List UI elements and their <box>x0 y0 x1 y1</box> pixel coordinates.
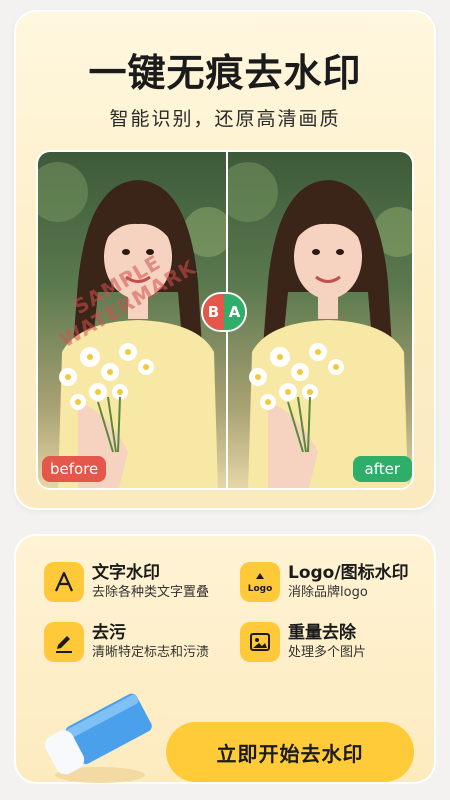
feature-text-watermark[interactable]: 文字水印 去除各种类文字置叠 <box>44 562 209 602</box>
feature-name: 去污 <box>92 623 126 643</box>
page-title: 一键无痕去水印 <box>88 51 362 95</box>
letter-a-icon <box>44 562 84 602</box>
feature-desc: 处理多个图片 <box>288 645 367 660</box>
feature-desc: 去除各种类文字置叠 <box>92 585 210 600</box>
image-icon <box>240 622 280 662</box>
feature-name: Logo/图标水印 <box>288 563 409 583</box>
svg-text:Logo: Logo <box>248 584 273 594</box>
feature-name: 重量去除 <box>288 623 356 643</box>
after-badge: after <box>352 456 412 482</box>
toggle-before[interactable]: B <box>203 294 224 330</box>
logo-icon: Logo <box>240 562 280 602</box>
feature-batch-removal[interactable]: 重量去除 处理多个图片 <box>240 622 366 662</box>
after-photo: after <box>228 152 412 488</box>
page-subtitle: 智能识别，还原高清画质 <box>109 108 341 130</box>
before-photo: SAMPLE WATERMARK before <box>38 152 226 488</box>
before-after-toggle[interactable]: B A <box>201 292 247 332</box>
start-remove-watermark-button[interactable]: 立即开始去水印 <box>166 722 414 782</box>
eraser-illustration <box>30 680 160 794</box>
feature-desc: 消除品牌logo <box>288 585 368 600</box>
feature-logo-watermark[interactable]: Logo Logo/图标水印 消除品牌logo <box>240 562 409 602</box>
before-badge: before <box>42 456 107 482</box>
feature-desc: 清晰特定标志和污渍 <box>92 645 210 660</box>
portrait-after-illustration <box>228 162 412 488</box>
pencil-icon <box>44 622 84 662</box>
feature-stain-removal[interactable]: 去污 清晰特定标志和污渍 <box>44 622 209 662</box>
toggle-after[interactable]: A <box>224 294 245 330</box>
feature-name: 文字水印 <box>92 563 160 583</box>
